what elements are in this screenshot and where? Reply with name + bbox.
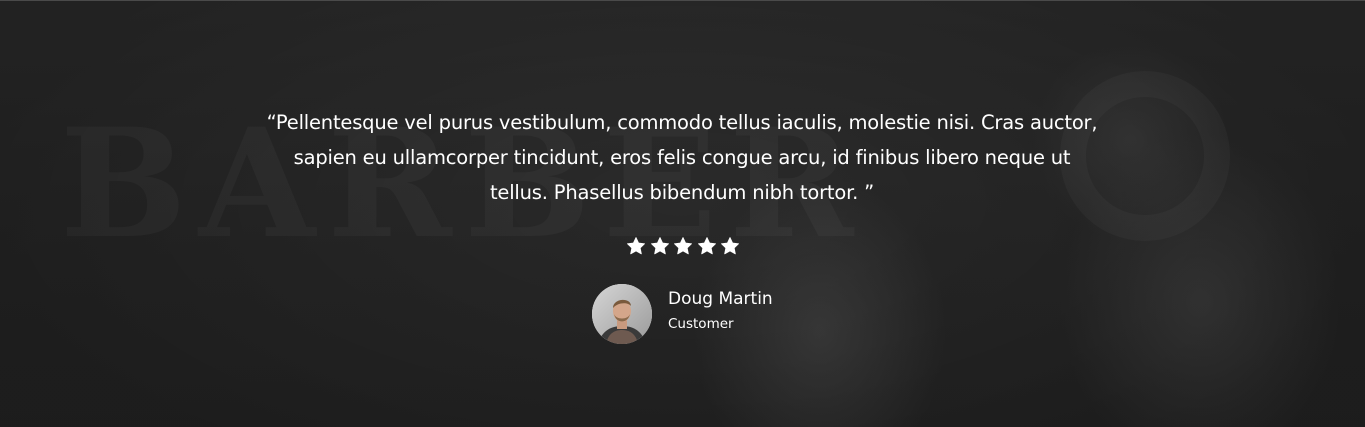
testimonial-author: Doug Martin Customer — [592, 284, 773, 344]
avatar — [592, 284, 652, 344]
author-info: Doug Martin Customer — [668, 289, 773, 334]
author-name: Doug Martin — [668, 289, 773, 309]
star-icon — [627, 237, 645, 255]
star-icon — [697, 237, 716, 255]
star-icon — [721, 237, 739, 255]
star-rating — [626, 234, 740, 258]
star-icon — [674, 237, 692, 255]
testimonial-content: “Pellentesque vel purus vestibulum, comm… — [0, 1, 1365, 427]
testimonial-section: BARBER “Pellentesque vel purus vestibulu… — [0, 0, 1365, 427]
avatar-photo — [592, 284, 652, 344]
author-role: Customer — [668, 316, 734, 332]
star-icon — [650, 237, 669, 255]
testimonial-quote: “Pellentesque vel purus vestibulum, comm… — [266, 111, 1098, 204]
